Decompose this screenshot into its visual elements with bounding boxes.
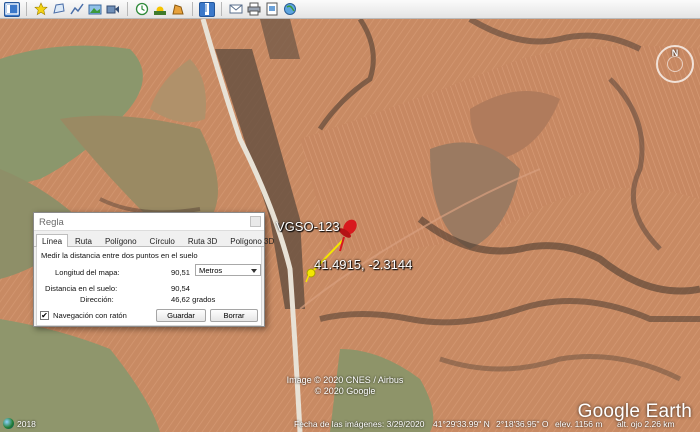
historical-year-badge[interactable]: 2018	[3, 418, 36, 429]
status-bar: 2018 Fecha de las imágenes: 3/29/2020 41…	[0, 417, 700, 432]
ruler-tabs: Línea Ruta Polígono Círculo Ruta 3D Polí…	[34, 234, 274, 248]
measure-description: Medir la distancia entre dos puntos en e…	[41, 251, 198, 260]
tab-poligono-3d[interactable]: Polígono 3D	[224, 234, 280, 246]
ruler-dialog: Regla Línea Ruta Polígono Círculo Ruta 3…	[33, 212, 274, 327]
year-label: 2018	[17, 418, 36, 429]
heading-label: Dirección:	[80, 295, 114, 304]
imagery-date: Fecha de las imágenes: 3/29/2020	[294, 419, 425, 429]
tab-ruta-3d[interactable]: Ruta 3D	[182, 234, 223, 246]
print-icon[interactable]	[246, 2, 262, 17]
heading-value: 46,62 grados	[171, 295, 216, 304]
planet-switch-icon[interactable]	[170, 2, 186, 17]
ruler-icon[interactable]	[199, 1, 215, 17]
toolbar-separator	[221, 2, 222, 16]
chevron-down-icon	[251, 269, 257, 273]
unit-select[interactable]: Metros	[195, 264, 261, 276]
close-icon[interactable]	[250, 216, 261, 227]
save-image-icon[interactable]	[264, 2, 280, 17]
ground-distance-value: 90,54	[171, 284, 191, 293]
placemark-add-icon[interactable]	[33, 2, 49, 17]
map-length-value: 90,51	[171, 268, 191, 277]
save-button[interactable]: Guardar	[156, 309, 206, 322]
unit-select-value: Metros	[199, 266, 223, 275]
dialog-titlebar[interactable]: Regla	[34, 213, 264, 231]
sunlight-icon[interactable]	[152, 2, 168, 17]
sidebar-toggle-icon[interactable]	[4, 1, 20, 17]
mouse-navigation-label: Navegación con ratón	[53, 311, 127, 320]
tour-record-icon[interactable]	[105, 2, 121, 17]
placemark-label[interactable]: VGSO-123	[276, 219, 340, 234]
elevation-readout: elev. 1156 m	[555, 419, 603, 429]
view-in-maps-icon[interactable]	[282, 2, 298, 17]
toolbar-separator	[192, 2, 193, 16]
dialog-title: Regla	[39, 217, 64, 228]
tab-linea[interactable]: Línea	[36, 234, 69, 248]
latitude-readout: 41°29'33.99" N	[433, 419, 490, 429]
toolbar-separator	[26, 2, 27, 16]
toolbar-separator	[127, 2, 128, 16]
email-icon[interactable]	[228, 2, 244, 17]
longitude-readout: 2°18'36.95" O	[496, 419, 549, 429]
globe-icon	[3, 418, 14, 429]
map-length-label: Longitud del mapa:	[55, 268, 120, 277]
tab-circulo[interactable]: Círculo	[144, 234, 181, 246]
mouse-navigation-checkbox[interactable]: ✔	[40, 311, 49, 320]
tab-ruta[interactable]: Ruta	[69, 234, 98, 246]
tab-poligono[interactable]: Polígono	[99, 234, 143, 246]
historical-imagery-icon[interactable]	[134, 2, 150, 17]
clear-button[interactable]: Borrar	[210, 309, 258, 322]
polygon-add-icon[interactable]	[51, 2, 67, 17]
coordinates-label: 41.4915, -2.3144	[314, 257, 413, 272]
imagery-attribution: Image © 2020 CNES / Airbus © 2020 Google	[280, 375, 410, 397]
attribution-line-1: Image © 2020 CNES / Airbus	[286, 375, 404, 385]
toolbar	[0, 0, 700, 19]
dialog-footer: ✔ Navegación con ratón Guardar Borrar	[34, 308, 264, 324]
compass-ring-icon	[667, 56, 683, 72]
compass-control[interactable]: N	[656, 45, 694, 83]
attribution-line-2: © 2020 Google	[314, 386, 376, 396]
ground-distance-label: Distancia en el suelo:	[45, 284, 118, 293]
eye-altitude-readout: alt. ojo 2.26 km	[617, 419, 675, 429]
path-add-icon[interactable]	[69, 2, 85, 17]
image-overlay-icon[interactable]	[87, 2, 103, 17]
